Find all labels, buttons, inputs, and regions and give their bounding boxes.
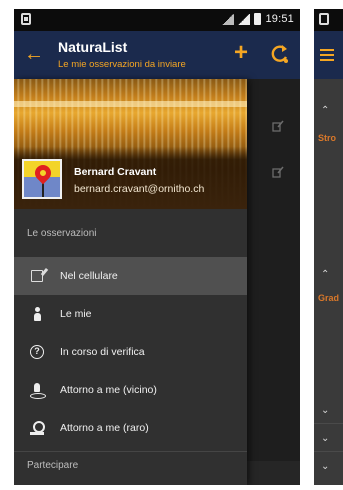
rare-pin-icon [14, 420, 60, 436]
drawer-item-rare[interactable]: Attorno a me (raro) [14, 409, 247, 447]
status-bar [314, 9, 343, 31]
drawer-item-label: In corso di verifica [60, 346, 145, 358]
section-header-participate: Partecipare [27, 460, 79, 471]
chevron-up-icon[interactable]: ⌃ [321, 105, 329, 116]
chevron-down-icon[interactable]: ⌄ [321, 461, 329, 472]
chevron-down-icon[interactable]: ⌄ [321, 405, 329, 416]
app-toolbar [314, 31, 343, 79]
section-label: Stro [318, 133, 336, 143]
drawer-item-label: Nel cellulare [60, 270, 118, 282]
right-phone-screen: ⌃ Stro ⌃ Grad ⌄ ⌄ ⌄ [314, 9, 343, 485]
clock: 19:51 [265, 13, 294, 25]
menu-icon[interactable] [320, 49, 334, 51]
status-icons: 19:51 [222, 13, 294, 25]
cell-signal-icon [238, 13, 251, 25]
drawer-item-mine[interactable]: Le mie [14, 295, 247, 333]
section-header-observations: Le osservazioni [27, 228, 97, 239]
cover-shoreline [14, 101, 247, 107]
left-phone-screen: 19:51 ← NaturaList Le mie osservazioni d… [14, 9, 300, 485]
user-name: Bernard Cravant [74, 166, 157, 178]
drawer-item-in-phone[interactable]: Nel cellulare [14, 257, 247, 295]
battery-icon [254, 13, 262, 25]
edit-icon[interactable] [272, 119, 284, 132]
navigation-drawer: Bernard Cravant bernard.cravant@ornitho.… [14, 79, 247, 485]
arrow-left-icon[interactable]: ← [22, 43, 46, 67]
wifi-icon [222, 13, 235, 25]
person-icon [14, 307, 60, 321]
chevron-down-icon[interactable]: ⌄ [321, 433, 329, 444]
drawer-item-label: Attorno a me (raro) [60, 422, 149, 434]
notification-icon [21, 13, 31, 25]
divider [314, 423, 343, 424]
divider [314, 451, 343, 452]
chevron-up-icon[interactable]: ⌃ [321, 269, 329, 280]
app-title: NaturaList [58, 39, 128, 55]
edit-icon[interactable] [272, 165, 284, 178]
section-label: Grad [318, 293, 340, 303]
sync-icon[interactable] [268, 42, 290, 66]
phone-edit-icon [14, 270, 60, 282]
drawer-item-label: Attorno a me (vicino) [60, 384, 157, 396]
user-email: bernard.cravant@ornitho.ch [74, 183, 205, 195]
app-subtitle: Le mie osservazioni da inviare [58, 59, 186, 70]
notification-icon [319, 13, 329, 25]
divider [14, 451, 247, 452]
drawer-item-label: Le mie [60, 308, 92, 320]
status-bar: 19:51 [14, 9, 300, 31]
app-toolbar: ← NaturaList Le mie osservazioni da invi… [14, 31, 300, 79]
nearby-person-icon [14, 382, 60, 399]
drawer-item-under-review[interactable]: ? In corso di verifica [14, 333, 247, 371]
avatar[interactable] [22, 159, 62, 199]
drawer-item-nearby[interactable]: Attorno a me (vicino) [14, 371, 247, 409]
plus-icon[interactable]: + [228, 39, 254, 69]
question-icon: ? [14, 345, 60, 359]
